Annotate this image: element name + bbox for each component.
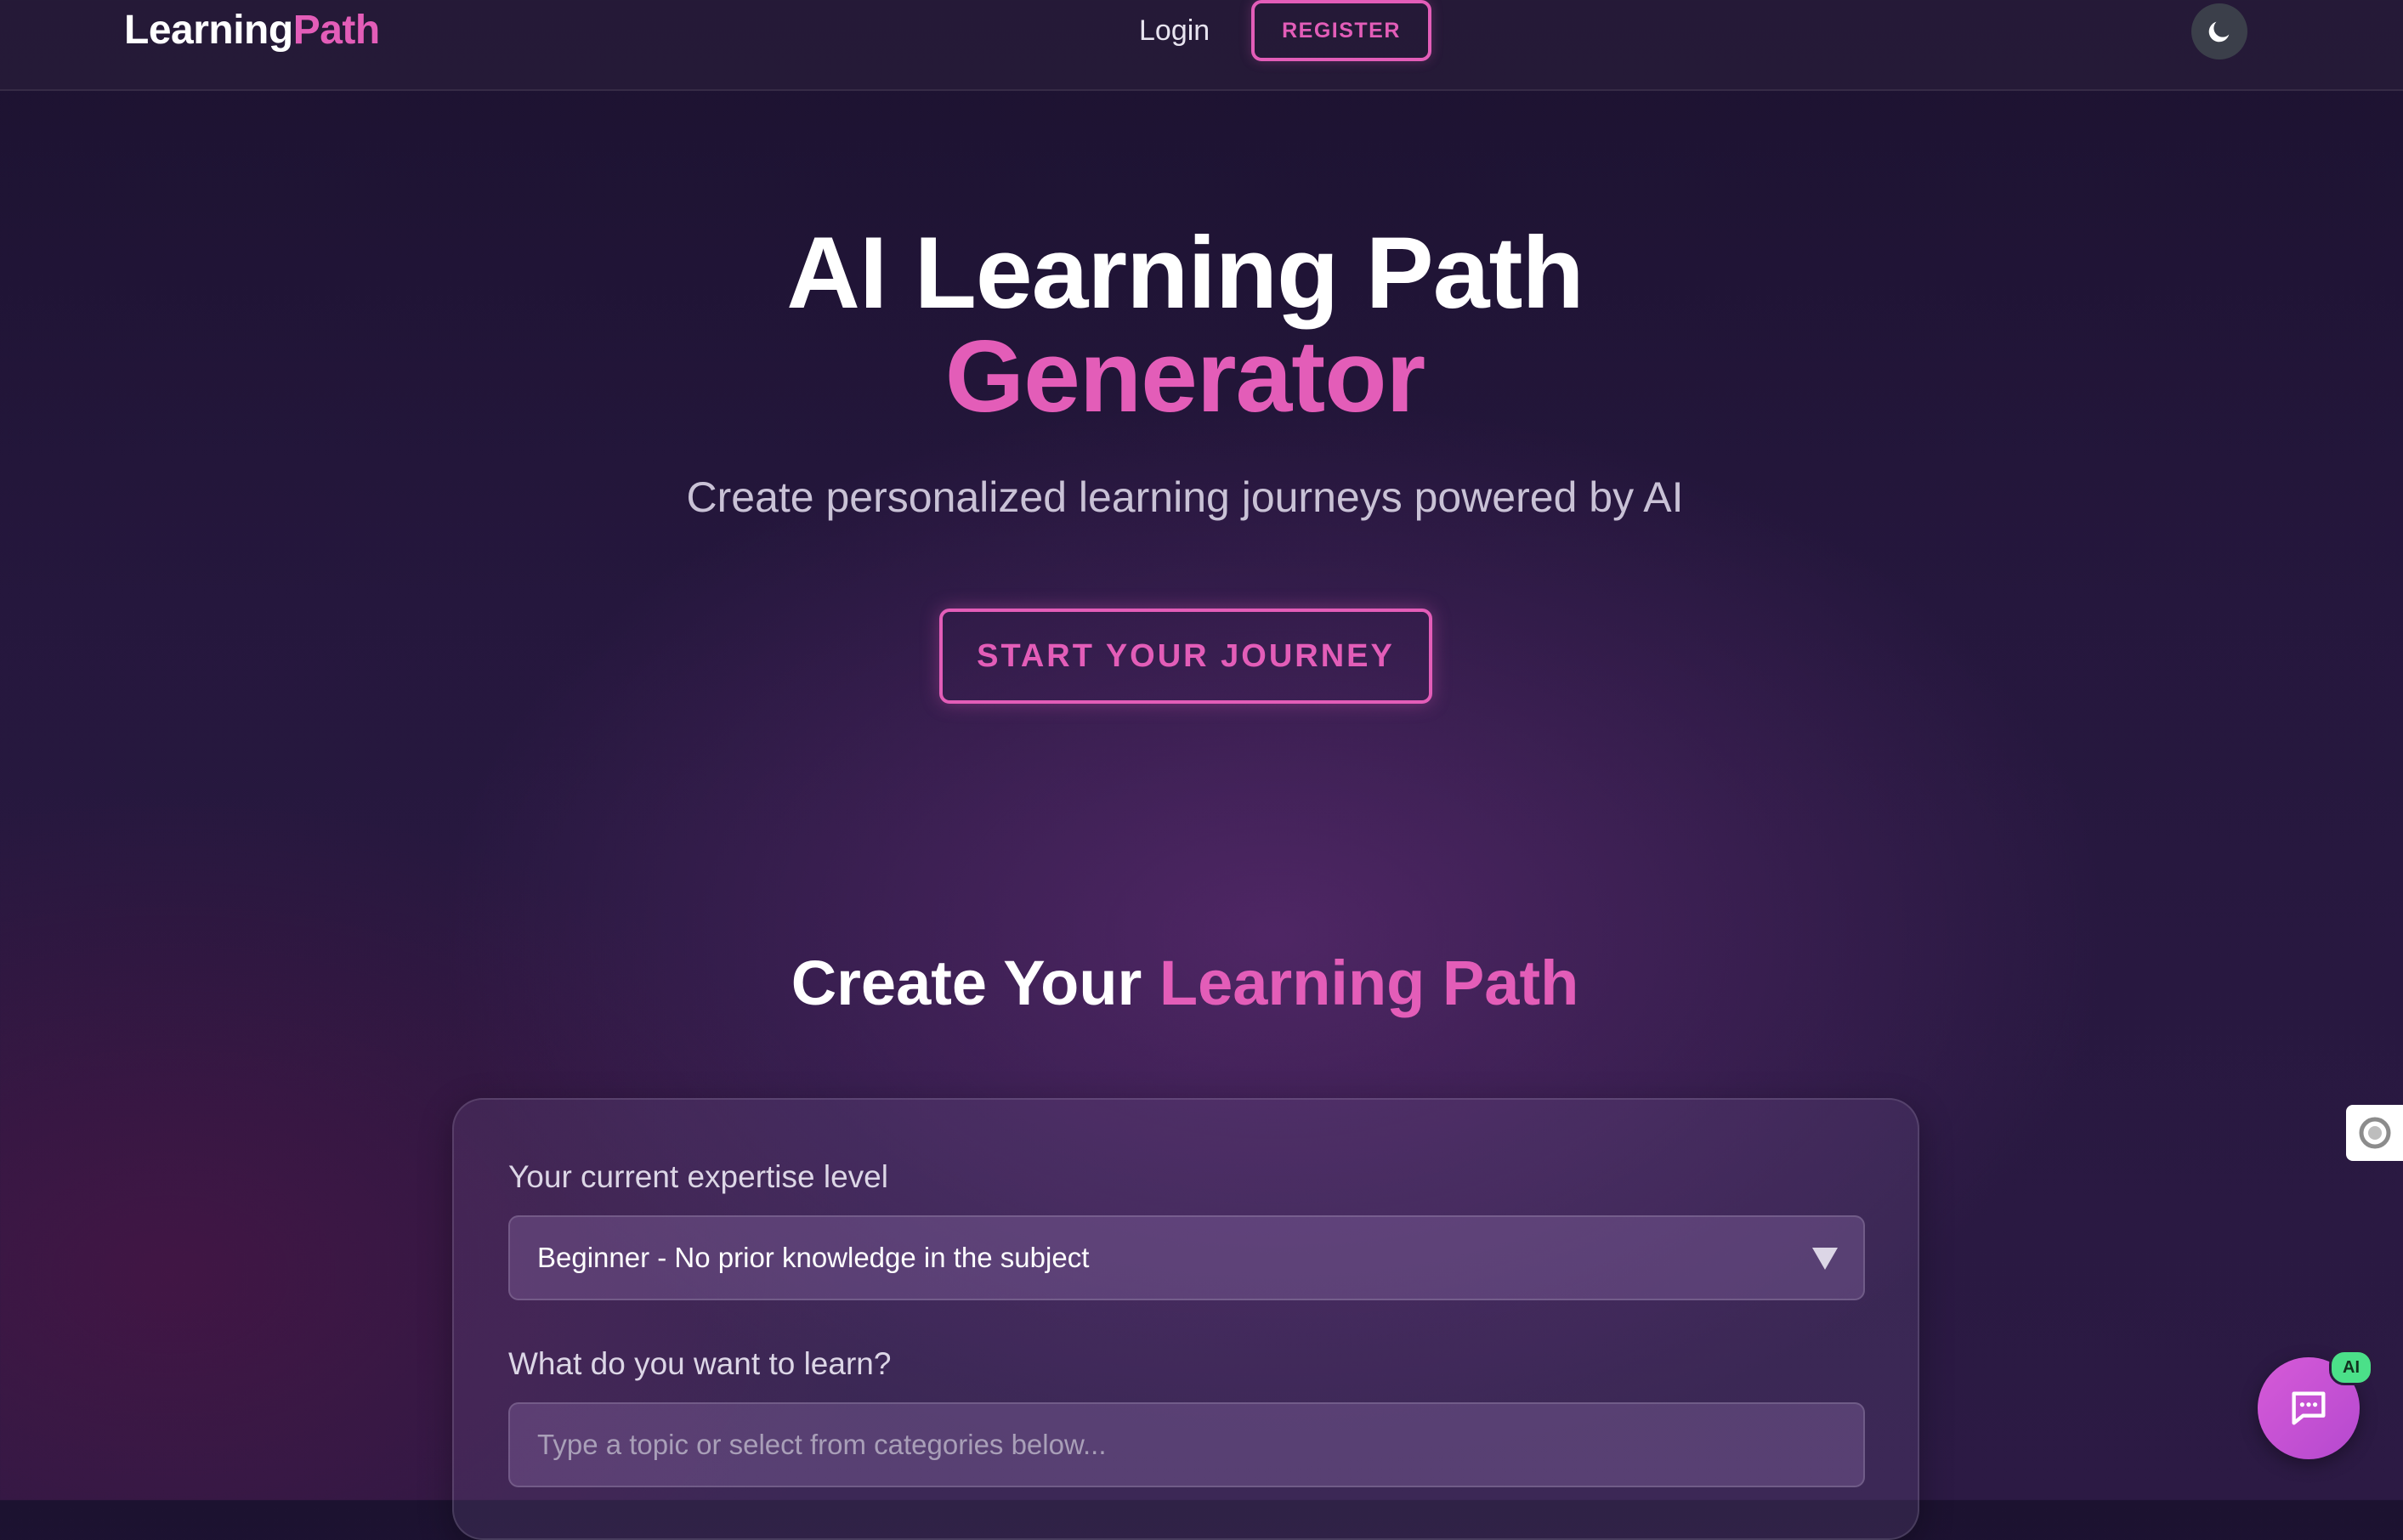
topic-input-placeholder: Type a topic or select from categories b… bbox=[537, 1429, 1107, 1460]
extension-icon bbox=[2359, 1117, 2390, 1149]
hero-title: AI Learning Path Generator bbox=[0, 221, 2370, 428]
navbar: LearningPath Login REGISTER bbox=[0, 0, 2403, 91]
side-extension-tab[interactable] bbox=[2346, 1105, 2403, 1161]
hero-title-line1: AI Learning Path bbox=[786, 216, 1584, 330]
expertise-label: Your current expertise level bbox=[508, 1159, 888, 1194]
theme-toggle-button[interactable] bbox=[2191, 3, 2247, 59]
hero-title-line2: Generator bbox=[944, 320, 1426, 433]
section-title-main: Create Your bbox=[791, 948, 1159, 1018]
logo-accent: Path bbox=[292, 8, 381, 53]
moon-icon bbox=[2208, 21, 2230, 42]
expertise-select-value: Beginner - No prior knowledge in the sub… bbox=[537, 1242, 1090, 1273]
login-link[interactable]: Login bbox=[1139, 14, 1210, 48]
learning-path-form: Your current expertise level Beginner - … bbox=[452, 1098, 1919, 1540]
register-button[interactable]: REGISTER bbox=[1251, 0, 1431, 61]
section-title: Create Your Learning Path bbox=[0, 947, 2370, 1019]
topic-input[interactable]: Type a topic or select from categories b… bbox=[508, 1402, 1865, 1487]
expertise-select[interactable]: Beginner - No prior knowledge in the sub… bbox=[508, 1215, 1865, 1300]
start-journey-button[interactable]: START YOUR JOURNEY bbox=[939, 609, 1432, 704]
chat-bubble-icon bbox=[2292, 1391, 2326, 1425]
ai-badge: AI bbox=[2329, 1350, 2373, 1385]
topic-label: What do you want to learn? bbox=[508, 1346, 892, 1381]
logo-main: Learning bbox=[124, 8, 293, 53]
hero-subtitle: Create personalized learning journeys po… bbox=[686, 473, 1684, 521]
chevron-down-icon bbox=[1812, 1248, 1838, 1270]
section-title-accent: Learning Path bbox=[1159, 948, 1579, 1018]
logo[interactable]: LearningPath bbox=[124, 7, 380, 54]
